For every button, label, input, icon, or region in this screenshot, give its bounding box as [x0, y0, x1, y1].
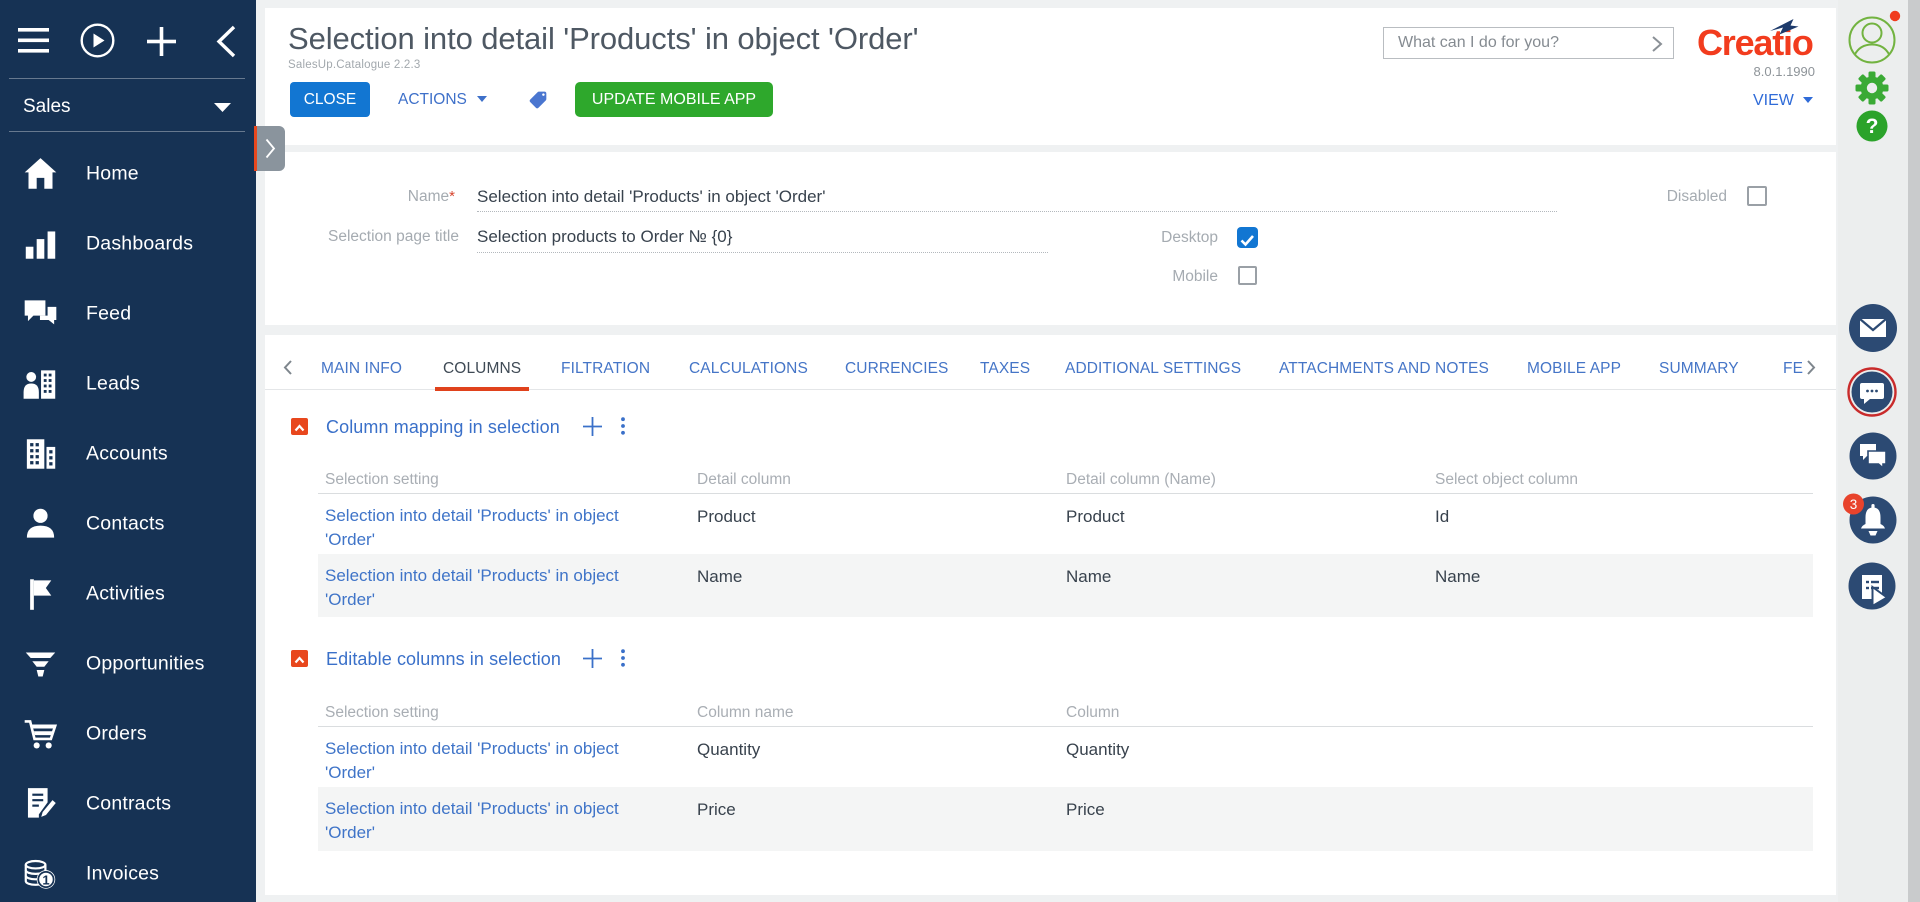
- svg-text:3: 3: [1850, 497, 1858, 512]
- svg-text:1: 1: [42, 872, 49, 887]
- svg-text:?: ?: [1866, 115, 1879, 138]
